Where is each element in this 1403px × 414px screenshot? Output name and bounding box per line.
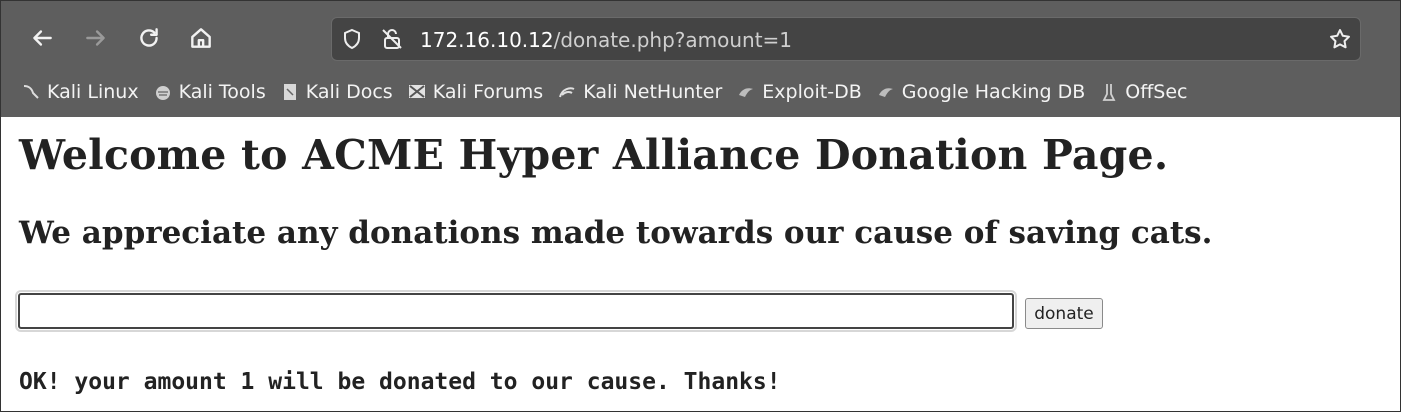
bookmark-kali-forums[interactable]: Kali Forums bbox=[407, 81, 544, 103]
url-host: 172.16.10.12 bbox=[420, 28, 554, 52]
bookmarks-toolbar: Kali Linux Kali Tools Kali Docs Kali For… bbox=[21, 76, 1400, 108]
bookmark-offsec[interactable]: OffSec bbox=[1099, 81, 1188, 103]
bookmark-exploit-db[interactable]: Exploit-DB bbox=[736, 81, 862, 103]
home-icon[interactable] bbox=[184, 21, 218, 55]
address-bar[interactable]: 172.16.10.12/donate.php?amount=1 bbox=[331, 17, 1361, 61]
bookmark-kali-linux[interactable]: Kali Linux bbox=[21, 81, 139, 103]
bookmark-label: Kali Linux bbox=[47, 81, 139, 103]
bookmark-kali-nethunter[interactable]: Kali NetHunter bbox=[557, 81, 722, 103]
insecure-lock-icon[interactable] bbox=[380, 27, 404, 51]
kali-docs-icon bbox=[283, 84, 296, 100]
url-path: /donate.php?amount=1 bbox=[553, 28, 793, 52]
url-text[interactable]: 172.16.10.12/donate.php?amount=1 bbox=[420, 28, 792, 52]
bookmark-label: Kali NetHunter bbox=[583, 81, 723, 103]
bookmark-label: Kali Tools bbox=[178, 81, 266, 103]
donate-button[interactable]: donate bbox=[1025, 298, 1103, 329]
bookmark-label: Kali Forums bbox=[432, 81, 544, 103]
bookmark-google-hacking-db[interactable]: Google Hacking DB bbox=[876, 81, 1086, 103]
bookmark-label: OffSec bbox=[1125, 81, 1188, 103]
bookmark-kali-docs[interactable]: Kali Docs bbox=[280, 81, 393, 103]
result-message: OK! your amount 1 will be donated to our… bbox=[19, 369, 781, 395]
bookmark-label: Kali Docs bbox=[305, 81, 393, 103]
bookmark-label: Exploit-DB bbox=[762, 81, 862, 103]
bookmark-kali-tools[interactable]: Kali Tools bbox=[153, 81, 266, 103]
amount-input[interactable] bbox=[15, 290, 1017, 332]
back-icon[interactable] bbox=[25, 21, 59, 55]
shield-icon[interactable] bbox=[340, 27, 364, 51]
kali-forums-icon bbox=[408, 85, 425, 98]
page-content: Welcome to ACME Hyper Alliance Donation … bbox=[1, 117, 1400, 411]
page-title: Welcome to ACME Hyper Alliance Donation … bbox=[19, 131, 1169, 179]
bookmark-label: Google Hacking DB bbox=[901, 81, 1086, 103]
kali-dragon-icon bbox=[23, 85, 39, 99]
google-hacking-db-icon bbox=[878, 88, 893, 97]
offsec-icon bbox=[1102, 84, 1116, 101]
exploit-db-icon bbox=[739, 88, 754, 97]
kali-nethunter-icon bbox=[559, 87, 575, 98]
kali-tools-icon bbox=[155, 86, 170, 100]
browser-window: 172.16.10.12/donate.php?amount=1 Kali Li… bbox=[0, 0, 1401, 412]
browser-chrome: 172.16.10.12/donate.php?amount=1 Kali Li… bbox=[1, 1, 1400, 117]
forward-icon[interactable] bbox=[79, 21, 113, 55]
page-subtitle: We appreciate any donations made towards… bbox=[19, 215, 1213, 251]
bookmark-star-icon[interactable] bbox=[1328, 27, 1352, 51]
navigation-toolbar: 172.16.10.12/donate.php?amount=1 bbox=[1, 1, 1400, 65]
reload-icon[interactable] bbox=[132, 21, 166, 55]
